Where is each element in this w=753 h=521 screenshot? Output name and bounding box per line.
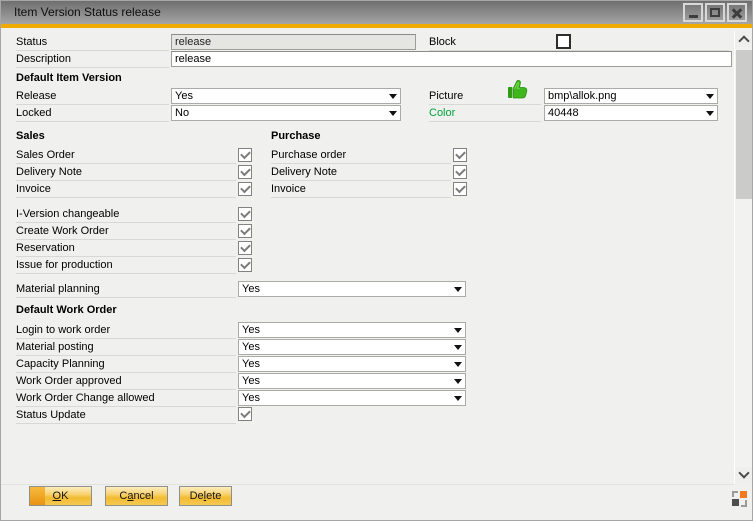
color-dropdown[interactable]: 40448 <box>544 105 718 121</box>
scrollbar-down-button[interactable] <box>735 467 752 483</box>
release-dropdown[interactable]: Yes <box>171 88 401 104</box>
login-to-work-order-value: Yes <box>242 324 260 336</box>
material-planning-label: Material planning <box>16 281 236 298</box>
status-update-label: Status Update <box>16 407 236 424</box>
capacity-planning-value: Yes <box>242 358 260 370</box>
ok-button[interactable]: OK <box>29 486 92 506</box>
work-order-approved-label: Work Order approved <box>16 373 236 390</box>
status-label: Status <box>16 34 169 51</box>
color-label: Color <box>429 105 541 122</box>
purchase-invoice-checkbox[interactable] <box>453 182 467 196</box>
scrollbar-up-button[interactable] <box>735 31 752 47</box>
login-to-work-order-dropdown[interactable]: Yes <box>238 322 466 338</box>
title-bar: Item Version Status release <box>1 1 752 24</box>
purchase-order-checkbox[interactable] <box>453 148 467 162</box>
login-to-work-order-label: Login to work order <box>16 322 236 339</box>
dropdown-arrow-icon <box>454 287 462 292</box>
dropdown-arrow-icon <box>389 94 397 99</box>
release-label: Release <box>16 88 169 105</box>
purchase-header: Purchase <box>271 130 321 142</box>
purchase-order-label: Purchase order <box>271 147 451 164</box>
sales-header: Sales <box>16 130 45 142</box>
status-field: release <box>171 34 416 50</box>
delete-button[interactable]: Delete <box>179 486 232 506</box>
purchase-delivery-note-checkbox[interactable] <box>453 165 467 179</box>
status-update-checkbox[interactable] <box>238 407 252 421</box>
description-label: Description <box>16 51 169 68</box>
sales-order-checkbox[interactable] <box>238 148 252 162</box>
issue-for-production-label: Issue for production <box>16 257 236 274</box>
cancel-label: Cancel <box>119 490 153 502</box>
reservation-label: Reservation <box>16 240 236 257</box>
i-version-changeable-label: I-Version changeable <box>16 206 236 223</box>
purchase-delivery-note-label: Delivery Note <box>271 164 451 181</box>
work-order-change-allowed-label: Work Order Change allowed <box>16 390 236 407</box>
capacity-planning-label: Capacity Planning <box>16 356 236 373</box>
dropdown-arrow-icon <box>706 111 714 116</box>
dropdown-arrow-icon <box>454 345 462 350</box>
i-version-changeable-checkbox[interactable] <box>238 207 252 221</box>
material-posting-label: Material posting <box>16 339 236 356</box>
description-field[interactable]: release <box>171 51 732 67</box>
cancel-button[interactable]: Cancel <box>105 486 168 506</box>
sales-invoice-label: Invoice <box>16 181 236 198</box>
locked-value: No <box>175 107 189 119</box>
dropdown-arrow-icon <box>454 396 462 401</box>
close-icon <box>731 7 743 19</box>
ok-label: OK <box>53 490 69 502</box>
resize-grip-icon[interactable] <box>730 489 749 508</box>
accent-bar <box>1 24 752 28</box>
minimize-button[interactable] <box>683 3 703 22</box>
sales-invoice-checkbox[interactable] <box>238 182 252 196</box>
chevron-up-icon <box>738 35 749 46</box>
minimize-icon <box>689 15 698 18</box>
create-work-order-checkbox[interactable] <box>238 224 252 238</box>
maximize-button[interactable] <box>705 3 725 22</box>
issue-for-production-checkbox[interactable] <box>238 258 252 272</box>
material-posting-value: Yes <box>242 341 260 353</box>
dropdown-arrow-icon <box>454 328 462 333</box>
delete-label: Delete <box>190 490 222 502</box>
purchase-invoice-label: Invoice <box>271 181 451 198</box>
material-posting-dropdown[interactable]: Yes <box>238 339 466 355</box>
scrollbar-thumb[interactable] <box>736 50 752 199</box>
dropdown-arrow-icon <box>706 94 714 99</box>
default-item-version-header: Default Item Version <box>16 72 122 84</box>
item-version-status-dialog: Item Version Status release Status relea… <box>0 0 753 521</box>
sales-order-label: Sales Order <box>16 147 236 164</box>
default-work-order-header: Default Work Order <box>16 304 117 316</box>
dropdown-arrow-icon <box>454 379 462 384</box>
block-checkbox[interactable] <box>556 34 571 49</box>
material-planning-value: Yes <box>242 283 260 295</box>
picture-dropdown[interactable]: bmp\allok.png <box>544 88 718 104</box>
capacity-planning-dropdown[interactable]: Yes <box>238 356 466 372</box>
picture-value: bmp\allok.png <box>548 90 617 102</box>
footer-divider <box>1 484 734 485</box>
material-planning-dropdown[interactable]: Yes <box>238 281 466 297</box>
work-order-approved-dropdown[interactable]: Yes <box>238 373 466 389</box>
vertical-scrollbar[interactable] <box>734 31 752 483</box>
work-order-approved-value: Yes <box>242 375 260 387</box>
work-order-change-allowed-dropdown[interactable]: Yes <box>238 390 466 406</box>
release-value: Yes <box>175 90 193 102</box>
reservation-checkbox[interactable] <box>238 241 252 255</box>
maximize-icon <box>710 8 720 17</box>
block-label: Block <box>429 34 729 51</box>
chevron-down-icon <box>738 467 749 478</box>
thumbs-up-icon <box>507 77 529 101</box>
dropdown-arrow-icon <box>454 362 462 367</box>
color-value: 40448 <box>548 107 579 119</box>
dropdown-arrow-icon <box>389 111 397 116</box>
work-order-change-allowed-value: Yes <box>242 392 260 404</box>
locked-dropdown[interactable]: No <box>171 105 401 121</box>
create-work-order-label: Create Work Order <box>16 223 236 240</box>
sales-delivery-note-checkbox[interactable] <box>238 165 252 179</box>
locked-label: Locked <box>16 105 169 122</box>
sales-delivery-note-label: Delivery Note <box>16 164 236 181</box>
close-button[interactable] <box>727 3 747 22</box>
window-title: Item Version Status release <box>1 1 752 24</box>
